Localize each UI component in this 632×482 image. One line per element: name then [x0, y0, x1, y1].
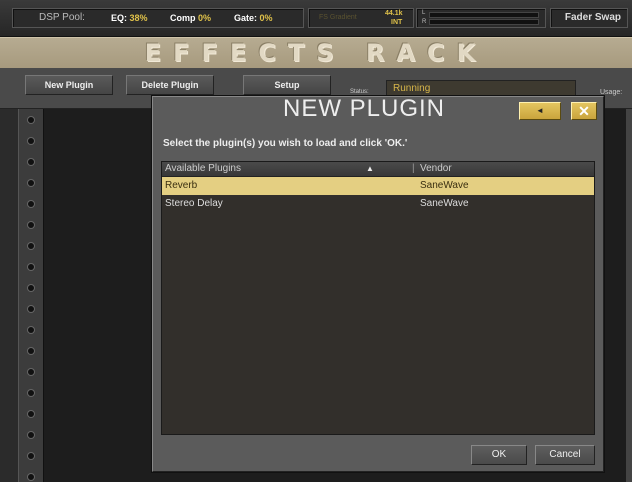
- meter-left-bar: [429, 12, 539, 18]
- eq-usage: EQ: 38%: [111, 9, 148, 27]
- rack-screw-hole: [28, 243, 34, 249]
- rack-screw-hole: [28, 117, 34, 123]
- top-status-bar: DSP Pool: EQ: 38% Comp 0% Gate: 0% FS Gr…: [0, 0, 632, 37]
- eq-label: EQ:: [111, 13, 128, 23]
- column-divider: |: [412, 163, 415, 174]
- comp-usage: Comp 0%: [170, 9, 211, 27]
- plugin-vendor: SaneWave: [420, 180, 469, 191]
- rack-screw-hole: [28, 264, 34, 270]
- comp-label: Comp: [170, 13, 196, 23]
- rack-screw-hole: [28, 138, 34, 144]
- ok-button[interactable]: OK: [471, 445, 527, 465]
- rack-screw-hole: [28, 201, 34, 207]
- rack-screw-hole: [28, 432, 34, 438]
- dsp-pool-label: DSP Pool:: [39, 12, 85, 23]
- plugin-vendor: SaneWave: [420, 198, 469, 209]
- rack-screw-hole: [28, 306, 34, 312]
- rack-screw-hole: [28, 285, 34, 291]
- plugin-list: Available Plugins ▲ | Vendor Reverb Sane…: [161, 161, 595, 435]
- dialog-instruction: Select the plugin(s) you wish to load an…: [163, 138, 408, 149]
- gate-value: 0%: [259, 13, 273, 23]
- sort-ascending-icon[interactable]: ▲: [366, 162, 374, 176]
- back-arrow-icon[interactable]: ◄: [519, 102, 561, 120]
- eq-value: 38%: [129, 13, 148, 23]
- gate-label: Gate:: [234, 13, 258, 23]
- column-header-plugins[interactable]: Available Plugins: [165, 162, 241, 176]
- rack-screw-hole: [28, 327, 34, 333]
- rack-screw-hole: [28, 159, 34, 165]
- page-title: EFFECTS RACK: [144, 39, 488, 67]
- usage-label: Usage:: [600, 89, 623, 96]
- close-icon[interactable]: ✕: [571, 102, 597, 120]
- rack-screw-hole: [28, 474, 34, 480]
- setup-button[interactable]: Setup: [243, 75, 331, 95]
- rack-screw-hole: [28, 180, 34, 186]
- rack-screw-hole: [28, 348, 34, 354]
- rack-rail: [18, 109, 44, 482]
- new-plugin-dialog: NEW PLUGIN ◄ ✕ Select the plugin(s) you …: [152, 95, 604, 472]
- new-plugin-button[interactable]: New Plugin: [25, 75, 113, 95]
- dsp-pool-panel: DSP Pool: EQ: 38% Comp 0% Gate: 0%: [12, 8, 304, 28]
- plugin-row-reverb[interactable]: Reverb SaneWave: [162, 177, 594, 195]
- rack-screw-hole: [28, 390, 34, 396]
- fs-label: FS Gradient: [319, 14, 357, 21]
- column-header-vendor[interactable]: Vendor: [420, 162, 452, 176]
- rack-left-edge: [0, 109, 19, 482]
- gate-usage: Gate: 0%: [234, 9, 273, 27]
- plugin-name: Stereo Delay: [165, 198, 223, 209]
- plugin-row-stereo-delay[interactable]: Stereo Delay SaneWave: [162, 195, 594, 213]
- rack-screw-hole: [28, 369, 34, 375]
- comp-value: 0%: [198, 13, 212, 23]
- delete-plugin-button[interactable]: Delete Plugin: [126, 75, 214, 95]
- rack-right-edge: [626, 109, 632, 482]
- rack-screw-hole: [28, 453, 34, 459]
- meter-right-bar: [429, 19, 539, 25]
- cancel-button[interactable]: Cancel: [535, 445, 595, 465]
- clock-panel: FS Gradient 44.1k INT: [308, 8, 414, 28]
- effects-rack-titlebar: EFFECTS RACK: [0, 37, 632, 69]
- plugin-name: Reverb: [165, 180, 198, 191]
- rack-screw-hole: [28, 222, 34, 228]
- plugin-list-header: Available Plugins ▲ | Vendor: [162, 162, 594, 177]
- fader-swap-button[interactable]: Fader Swap: [550, 8, 628, 28]
- clock-source: INT: [391, 19, 403, 26]
- master-meter: L R: [416, 8, 546, 28]
- meter-right-label: R: [422, 19, 427, 25]
- dialog-title: NEW PLUGIN: [283, 95, 446, 122]
- rack-screw-hole: [28, 411, 34, 417]
